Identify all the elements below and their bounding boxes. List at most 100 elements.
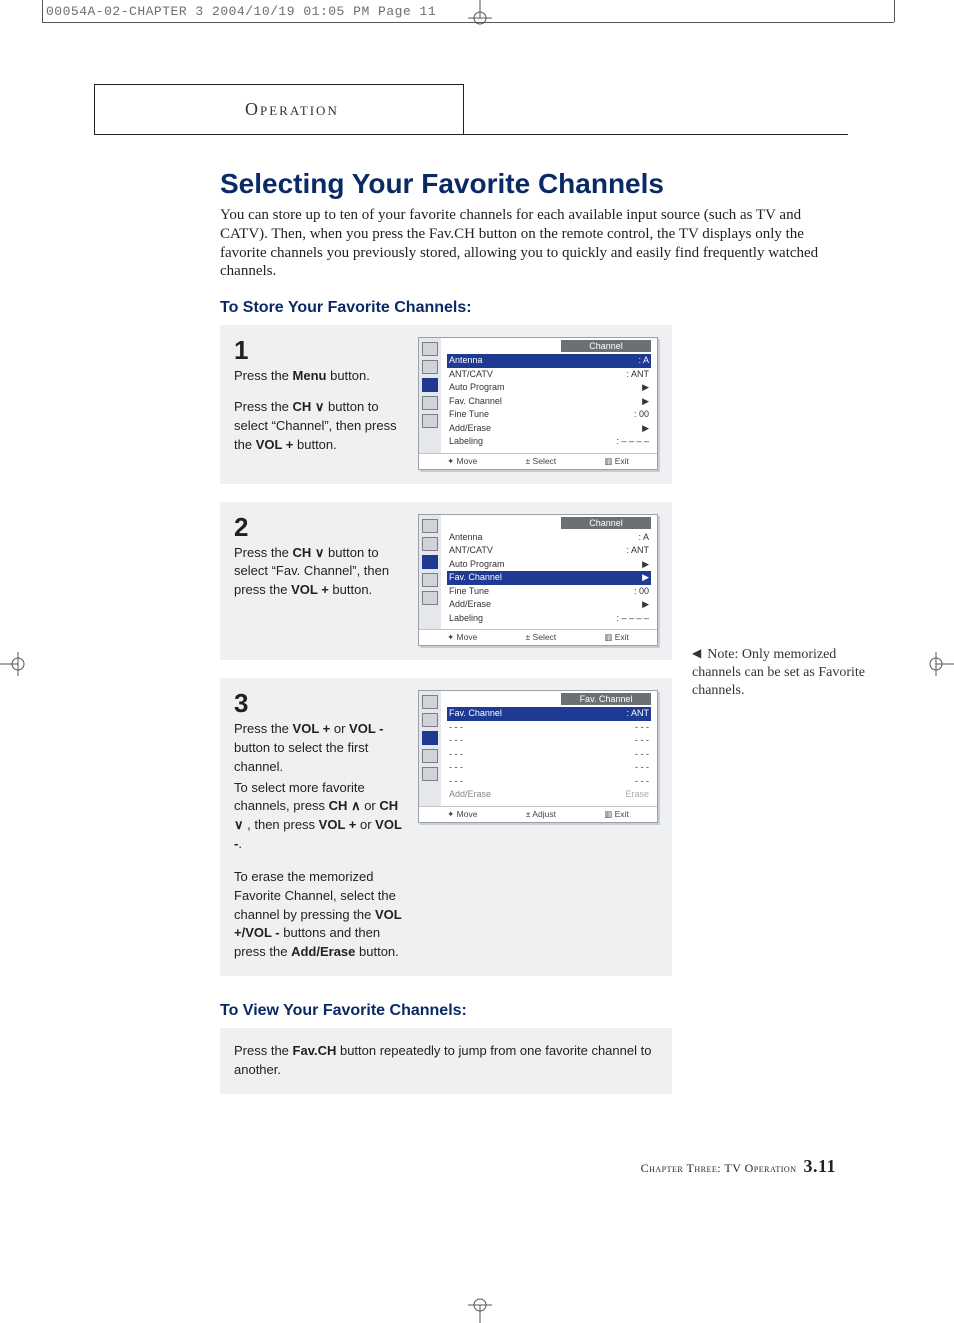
osd-footer-select: ± Select (526, 456, 557, 467)
osd-row-adderase: Add/Erase▶ (447, 598, 651, 612)
step-3-text: 3 Press the VOL + or VOL - button to sel… (234, 690, 404, 962)
chevron-up-icon: ∧ (351, 798, 361, 813)
registration-mark-left-icon (0, 652, 28, 676)
osd-row-antcatv: ANT/CATV : ANT (447, 368, 651, 382)
t: To erase the memorized Favorite Channel,… (234, 869, 396, 922)
val: - - - (635, 734, 649, 748)
osd-row-adderase: Add/Erase Erase (447, 788, 651, 802)
step-1-number: 1 (234, 337, 404, 363)
lbl: ANT/CATV (449, 544, 493, 558)
osd-screenshot-3: Fav. Channel Fav. Channel: ANT - - -- - … (418, 690, 658, 962)
page: 00054A-02-CHAPTER 3 2004/10/19 01:05 PM … (0, 0, 954, 1323)
registration-mark-top-icon (468, 0, 492, 28)
chevron-down-icon: ∨ (315, 545, 325, 560)
lbl: - - - (449, 761, 463, 775)
osd-row-slot: - - -- - - (447, 748, 651, 762)
osd-picture-icon (422, 695, 438, 709)
vol-minus-label: VOL - (349, 721, 383, 736)
footer-chapter: Chapter Three: TV Operation (641, 1161, 797, 1175)
osd-footer-exit: ▥ Exit (604, 632, 629, 643)
osd-function-icon (422, 573, 438, 587)
val: Erase (625, 788, 649, 802)
osd-sound-icon (422, 360, 438, 374)
val: : ANT (626, 368, 649, 382)
registration-mark-right-icon (926, 652, 954, 676)
osd-sidebar-icons (419, 691, 441, 806)
osd-row-labeling: Labeling: – – – – (447, 612, 651, 626)
t: Press the (234, 399, 293, 414)
lbl: Fine Tune (449, 585, 489, 599)
osd-sound-icon (422, 713, 438, 727)
vol-plus-label: VOL + (256, 437, 294, 452)
osd-pip-icon (422, 591, 438, 605)
osd-row-finetune: Fine Tune: 00 (447, 585, 651, 599)
osd-channel-icon (422, 378, 438, 392)
osd-footer: ✦ Move ± Select ▥ Exit (419, 453, 657, 469)
lbl: Add/Erase (449, 422, 491, 436)
lbl: - - - (449, 721, 463, 735)
lbl: Antenna (449, 531, 483, 545)
val: - - - (635, 748, 649, 762)
val: ▶ (642, 558, 649, 572)
osd-sidebar-icons (419, 338, 441, 453)
ch-up-label: CH (329, 798, 351, 813)
osd-function-icon (422, 396, 438, 410)
val: - - - (635, 761, 649, 775)
side-note: ◀Note: Only memorized channels can be se… (692, 646, 872, 701)
t: . (238, 836, 242, 851)
lbl: Auto Program (449, 558, 505, 572)
page-title: Selecting Your Favorite Channels (220, 168, 860, 200)
osd-footer: ✦ Move ± Adjust ▥ Exit (419, 806, 657, 822)
lbl: Fav. Channel (449, 395, 502, 409)
view-heading: To View Your Favorite Channels: (220, 1002, 860, 1020)
lbl: Fav. Channel (449, 707, 502, 721)
osd-pip-icon (422, 767, 438, 781)
osd-footer-adjust: ± Adjust (526, 809, 556, 820)
lbl: Auto Program (449, 381, 505, 395)
val: ▶ (642, 571, 649, 585)
t: Press the (234, 1043, 293, 1058)
osd-footer-exit: ▥ Exit (604, 456, 629, 467)
lbl: Antenna (449, 354, 483, 368)
chevron-down-icon: ∨ (234, 817, 244, 832)
val: ▶ (642, 395, 649, 409)
osd-row-labeling: Labeling: – – – – (447, 435, 651, 449)
t: Press the (234, 721, 293, 736)
osd-title: Channel (561, 517, 651, 529)
t: button. (355, 944, 398, 959)
step-3-number: 3 (234, 690, 404, 716)
osd-picture-icon (422, 519, 438, 533)
favch-button-label: Fav.CH (293, 1043, 337, 1058)
val: ▶ (642, 422, 649, 436)
lbl: - - - (449, 775, 463, 789)
osd-title: Fav. Channel (561, 693, 651, 705)
ch-down-label: CH (293, 545, 315, 560)
t: or (356, 817, 375, 832)
t: or (330, 721, 349, 736)
t: or (361, 798, 380, 813)
osd-footer-exit: ▥ Exit (604, 809, 629, 820)
vol-plus-label: VOL + (319, 817, 357, 832)
lbl: Add/Erase (449, 598, 491, 612)
val: : ANT (626, 544, 649, 558)
t: Press the (234, 545, 293, 560)
osd-footer-select: ± Select (526, 632, 557, 643)
lbl: Fav. Channel (449, 571, 502, 585)
osd-sidebar-icons (419, 515, 441, 630)
val: ▶ (642, 381, 649, 395)
content-area: Selecting Your Favorite Channels You can… (220, 168, 860, 1094)
val: : 00 (634, 408, 649, 422)
osd-pip-icon (422, 414, 438, 428)
osd-row-favch: Fav. Channel ▶ (447, 571, 651, 585)
menu-button-label: Menu (293, 368, 327, 383)
lbl: Add/Erase (449, 788, 491, 802)
val: : A (638, 354, 649, 368)
lbl: ANT/CATV (449, 368, 493, 382)
vol-plus-label: VOL + (291, 582, 329, 597)
osd-row-favheader: Fav. Channel : ANT (447, 707, 651, 721)
ch-down-label: CH (293, 399, 315, 414)
val: : ANT (626, 707, 649, 721)
lbl: Fine Tune (449, 408, 489, 422)
step-1-text: 1 Press the Menu button. Press the CH ∨ … (234, 337, 404, 470)
section-tab-label: Operation (245, 99, 339, 120)
